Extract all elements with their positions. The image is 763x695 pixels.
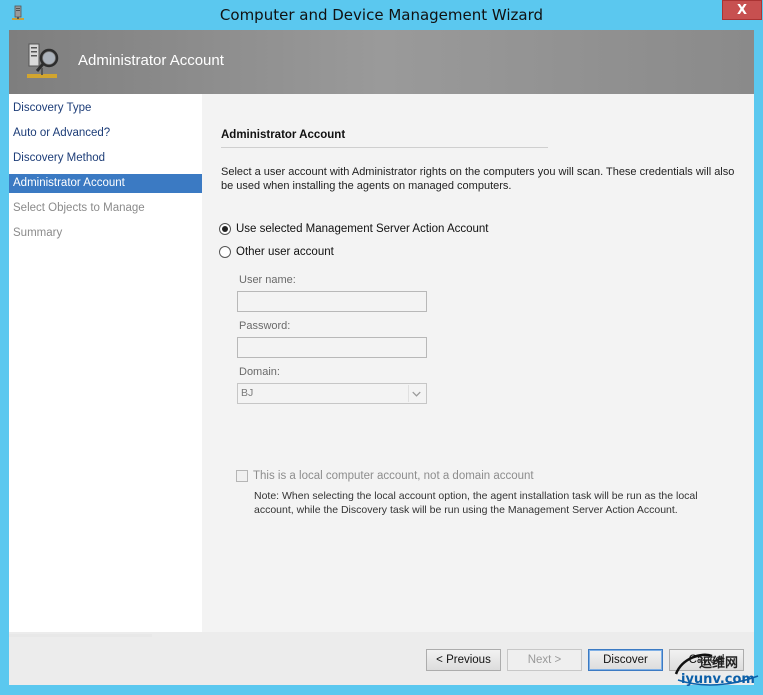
title-bar[interactable]: Computer and Device Management Wizard X [0,0,763,30]
section-divider [221,147,548,148]
watermark-site: iyunv.com [681,672,755,687]
other-user-account-label[interactable]: Other user account [236,246,334,258]
window-title: Computer and Device Management Wizard [219,6,544,24]
domain-select[interactable]: BJ [237,383,427,404]
use-action-account-option[interactable]: Use selected Management Server Action Ac… [219,221,489,237]
other-user-account-radio[interactable] [219,246,231,258]
next-button[interactable]: Next > [507,649,582,671]
nav-item-administrator-account[interactable]: Administrator Account [9,174,202,193]
local-account-checkbox[interactable] [236,470,248,482]
nav-item-discovery-method[interactable]: Discovery Method [9,149,202,168]
wizard-step-nav: Discovery Type Auto or Advanced? Discove… [9,94,202,632]
username-label: User name: [239,274,296,286]
local-account-label[interactable]: This is a local computer account, not a … [253,470,534,482]
other-user-account-option[interactable]: Other user account [219,244,334,260]
nav-divider [9,634,152,637]
wizard-window: Computer and Device Management Wizard X … [0,0,763,695]
use-action-account-radio[interactable] [219,223,231,235]
wizard-content: Discovery Type Auto or Advanced? Discove… [9,94,754,685]
discover-button[interactable]: Discover [588,649,663,671]
header-banner: Administrator Account [9,30,754,94]
domain-label: Domain: [239,366,280,378]
server-network-icon [27,43,59,78]
use-action-account-label[interactable]: Use selected Management Server Action Ac… [236,223,489,235]
nav-item-summary: Summary [13,227,63,239]
username-field[interactable] [237,291,427,312]
nav-item-select-objects: Select Objects to Manage [13,202,145,214]
section-title: Administrator Account [221,129,346,141]
banner-title: Administrator Account [78,52,224,69]
nav-item-discovery-type[interactable]: Discovery Type [9,99,202,118]
nav-item-auto-or-advanced[interactable]: Auto or Advanced? [9,124,202,143]
close-button[interactable]: X [722,0,762,20]
local-account-option[interactable]: This is a local computer account, not a … [236,468,534,484]
previous-button[interactable]: < Previous [426,649,501,671]
note-text: Note: When selecting the local account o… [254,490,698,516]
main-panel: Administrator Account Select a user acco… [202,94,754,632]
password-field[interactable] [237,337,427,358]
chevron-down-icon[interactable] [408,385,424,402]
watermark-cn: 运维网 [699,656,739,671]
password-label: Password: [239,320,291,332]
description-text: Select a user account with Administrator… [221,166,735,192]
site-watermark: 运维网 iyunv.com [672,650,762,690]
domain-value: BJ [241,387,254,399]
